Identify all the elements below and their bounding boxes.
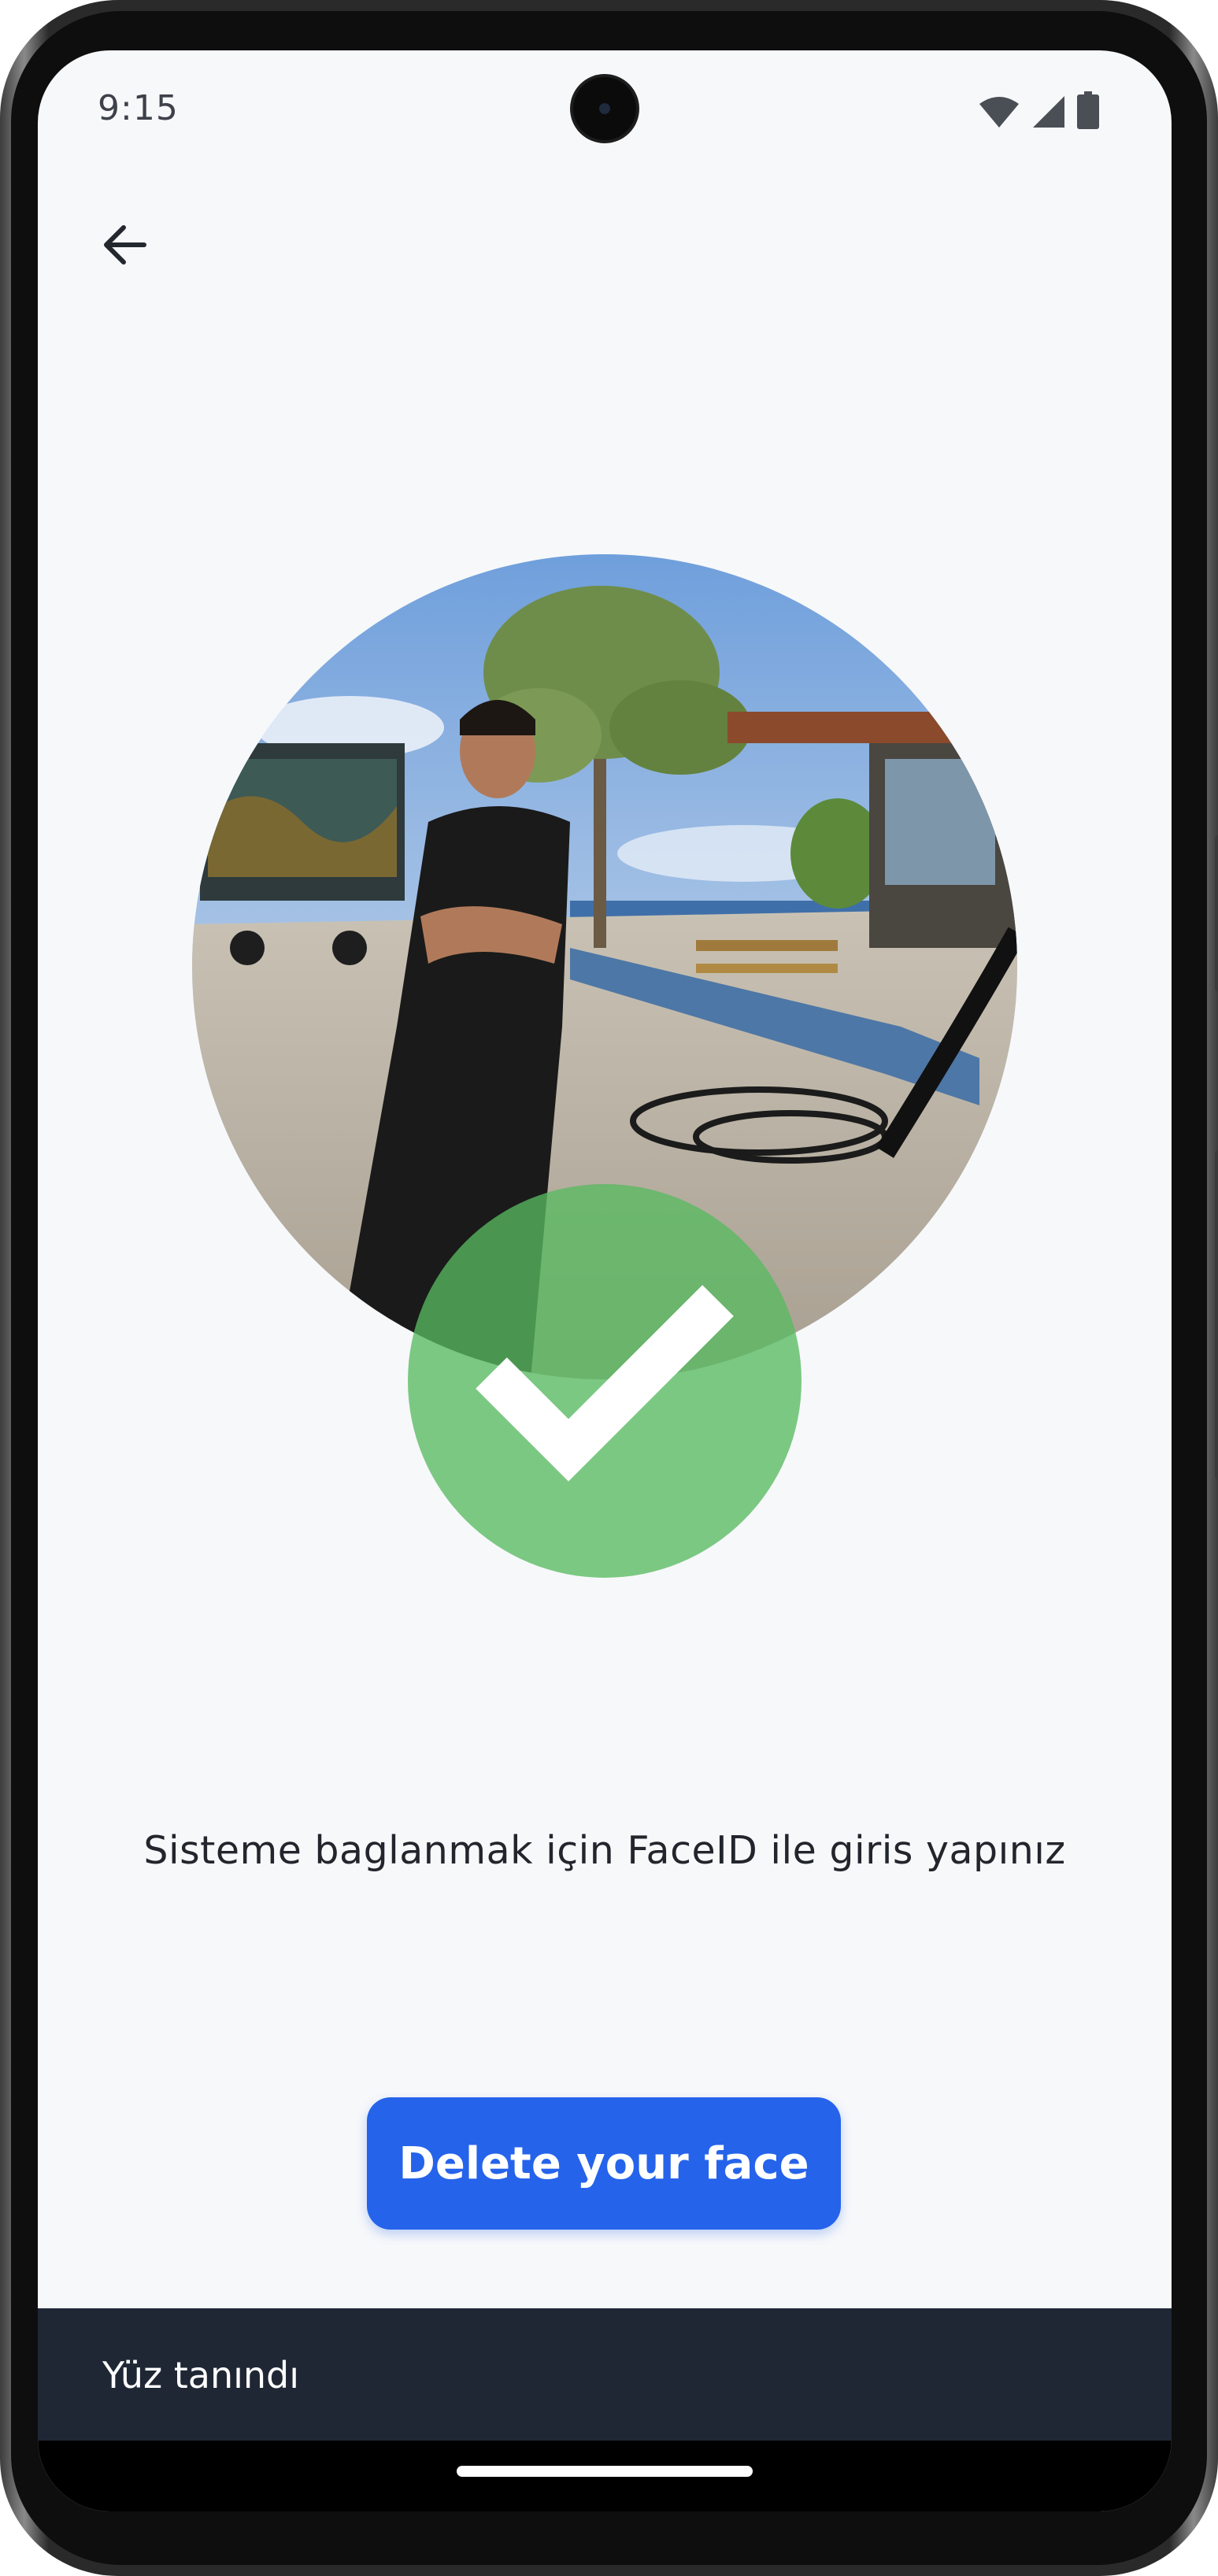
delete-face-button[interactable]: Delete your face [367, 2097, 841, 2230]
power-button [1215, 835, 1218, 992]
arrow-left-icon [104, 225, 146, 265]
success-badge [408, 1184, 802, 1578]
wifi-icon [979, 97, 1019, 128]
instruction-text: Sisteme baglanmak için FaceID ile giris … [143, 1828, 1066, 1873]
front-camera [570, 74, 639, 143]
volume-button [1215, 1149, 1218, 1480]
home-indicator[interactable] [457, 2466, 753, 2477]
app-screen: 9:15 Sisteme baglanmak için FaceID ile g… [38, 50, 1172, 2511]
back-button[interactable] [82, 202, 168, 288]
snackbar: Yüz tanındı [38, 2308, 1172, 2441]
checkmark-icon [476, 1285, 734, 1482]
status-icons [978, 91, 1099, 129]
signal-icon [1033, 96, 1064, 128]
status-time: 9:15 [98, 88, 179, 128]
battery-icon [1077, 91, 1099, 129]
snackbar-message: Yüz tanındı [102, 2354, 300, 2396]
